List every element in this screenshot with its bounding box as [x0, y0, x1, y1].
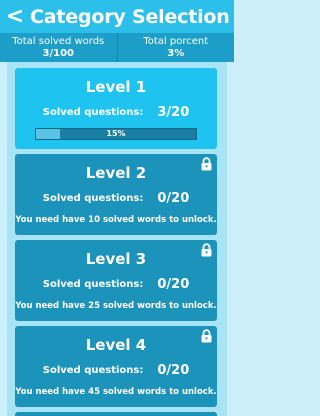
total-solved-value: 3/100	[42, 47, 74, 59]
lock-icon	[201, 157, 212, 171]
solved-row: Solved questions: 3/20	[15, 105, 217, 120]
unlock-message: You need have 25 solved words to unlock.	[15, 301, 217, 311]
level-title: Level 2	[85, 164, 147, 182]
level-title: Level 3	[85, 250, 147, 268]
progress-percent: 15%	[106, 129, 126, 138]
total-solved-label: Total solved words	[12, 35, 105, 47]
total-solved-stat: Total solved words 3/100	[0, 33, 117, 62]
solved-count: 0/20	[157, 191, 190, 206]
top-bar: < Category Selection	[0, 0, 234, 33]
unlock-message: You need have 45 solved words to unlock.	[15, 387, 217, 397]
level-title: Level 1	[85, 78, 147, 96]
solved-count: 0/20	[157, 363, 190, 378]
unlock-message: You need have 10 solved words to unlock.	[15, 215, 217, 225]
stats-bar: Total solved words 3/100 Total porcent 3…	[0, 33, 234, 62]
solved-label: Solved questions:	[42, 107, 144, 118]
solved-label: Solved questions:	[42, 193, 144, 204]
level-card-5-partial[interactable]	[15, 412, 217, 416]
total-percent-stat: Total porcent 3%	[116, 33, 235, 62]
level-card-4[interactable]: Level 4 Solved questions: 0/20 You need …	[15, 326, 217, 407]
solved-row: Solved questions: 0/20	[15, 363, 217, 378]
level-card-3[interactable]: Level 3 Solved questions: 0/20 You need …	[15, 240, 217, 321]
total-percent-label: Total porcent	[143, 35, 209, 47]
level-list[interactable]: Level 1 Solved questions: 3/20 15% Level…	[7, 62, 227, 416]
total-percent-value: 3%	[167, 47, 185, 59]
lock-icon	[201, 243, 212, 257]
solved-label: Solved questions:	[42, 279, 144, 290]
solved-count: 0/20	[157, 277, 190, 292]
level-card-2[interactable]: Level 2 Solved questions: 0/20 You need …	[15, 154, 217, 235]
solved-label: Solved questions:	[42, 365, 144, 376]
page-title: Category Selection	[30, 5, 230, 28]
solved-row: Solved questions: 0/20	[15, 277, 217, 292]
back-button[interactable]: <	[0, 0, 30, 33]
solved-row: Solved questions: 0/20	[15, 191, 217, 206]
progress-bar: 15%	[35, 128, 197, 140]
level-title: Level 4	[85, 336, 147, 354]
lock-icon	[201, 329, 212, 343]
level-card-1[interactable]: Level 1 Solved questions: 3/20 15%	[15, 68, 217, 149]
solved-count: 3/20	[157, 105, 190, 120]
